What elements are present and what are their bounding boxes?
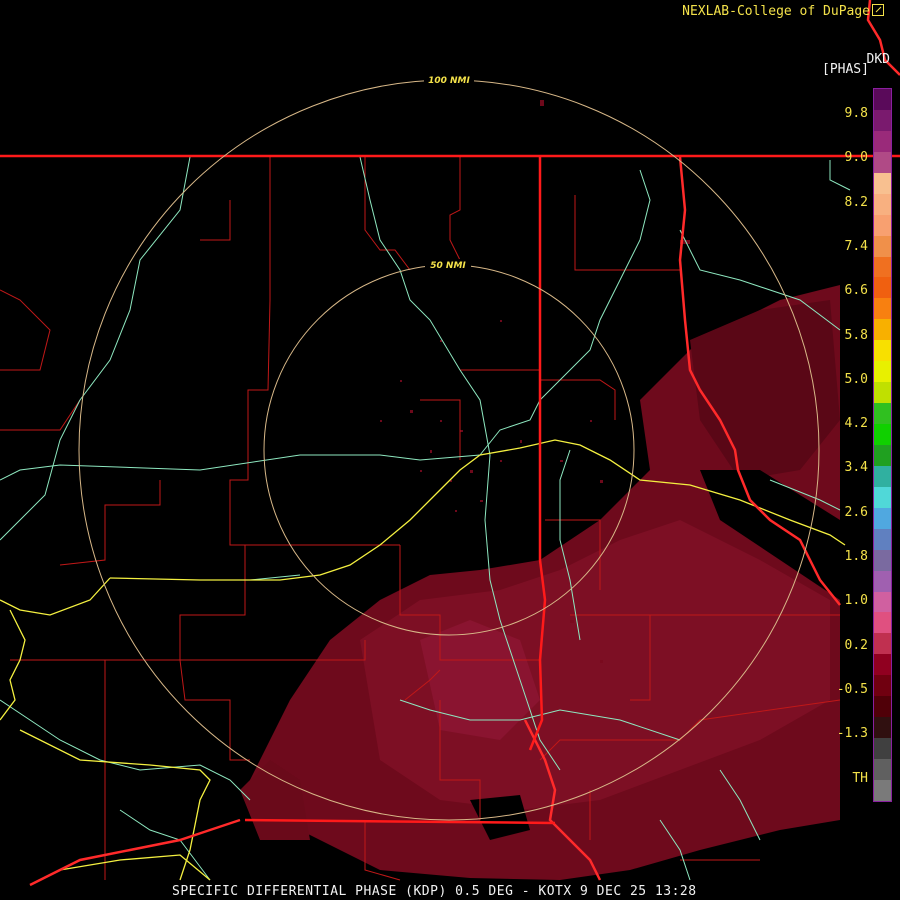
color-scale-label: 3.4 <box>844 460 868 476</box>
color-scale-label: 1.0 <box>844 593 868 609</box>
color-scale-swatch <box>874 89 891 110</box>
color-scale-swatch <box>874 151 891 173</box>
color-scale-swatch <box>874 696 891 718</box>
color-scale-swatch <box>874 214 891 236</box>
color-scale-label: 5.8 <box>844 327 868 343</box>
color-scale-swatch <box>874 382 891 404</box>
color-scale-label: 7.4 <box>844 238 868 254</box>
color-scale-label: 9.0 <box>844 150 868 166</box>
color-scale-swatch <box>874 172 891 194</box>
color-scale-label: 1.8 <box>844 549 868 564</box>
color-scale-swatch <box>874 361 891 383</box>
color-scale-label: 4.2 <box>844 416 868 432</box>
color-scale-swatch <box>874 465 891 487</box>
range-ring-50-label: 50 NMI <box>430 261 466 271</box>
color-scale-swatch <box>874 193 891 215</box>
color-scale-swatch <box>874 507 891 529</box>
color-scale-swatch <box>874 444 891 466</box>
color-scale-swatch <box>874 759 891 780</box>
station-label: DKD <box>866 52 890 67</box>
color-scale-swatch <box>874 403 891 424</box>
color-scale-swatch <box>874 298 891 320</box>
product-caption: SPECIFIC DIFFERENTIAL PHASE (KDP) 0.5 DE… <box>172 884 697 899</box>
color-scale-swatch <box>874 486 891 508</box>
units-label: [PHAS] <box>822 62 869 77</box>
color-scale-swatch <box>874 277 891 299</box>
color-scale-swatch <box>874 528 891 550</box>
color-scale-swatch <box>874 717 891 739</box>
color-scale-swatch <box>874 109 891 131</box>
color-scale-swatch <box>874 654 891 676</box>
credit-text: NEXLAB-College of DuPage <box>682 4 870 19</box>
color-scale-swatch <box>874 340 891 362</box>
color-scale-swatch <box>874 591 891 613</box>
color-scale-label: 5.0 <box>844 371 868 387</box>
color-scale-swatch <box>874 675 891 697</box>
color-scale-swatch <box>874 130 891 152</box>
color-scale-label: 9.8 <box>844 106 868 121</box>
color-scale-swatch <box>874 549 891 571</box>
external-link-icon[interactable] <box>872 4 884 16</box>
color-scale-swatch <box>874 633 891 655</box>
color-scale-swatch <box>874 570 891 592</box>
color-scale-swatch <box>874 235 891 257</box>
color-scale-label: 0.2 <box>844 637 868 653</box>
color-scale-swatch <box>874 319 891 341</box>
color-scale-swatch <box>874 612 891 634</box>
range-ring-100-label: 100 NMI <box>428 76 470 86</box>
color-scale-label: -1.3 <box>836 726 868 742</box>
color-scale-swatch <box>874 424 891 445</box>
color-scale-label: 8.2 <box>844 194 868 210</box>
color-scale-label: 6.6 <box>844 283 868 299</box>
color-scale-label: TH <box>852 770 868 786</box>
color-scale-label: 2.6 <box>844 504 868 520</box>
radar-map: 50 NMI 100 NMI <box>0 0 900 900</box>
color-scale-swatch <box>874 256 891 278</box>
color-scale-label: -0.5 <box>836 681 868 697</box>
color-scale-swatch <box>874 779 891 801</box>
color-scale-swatch <box>874 738 891 759</box>
color-scale-bar <box>873 88 892 802</box>
